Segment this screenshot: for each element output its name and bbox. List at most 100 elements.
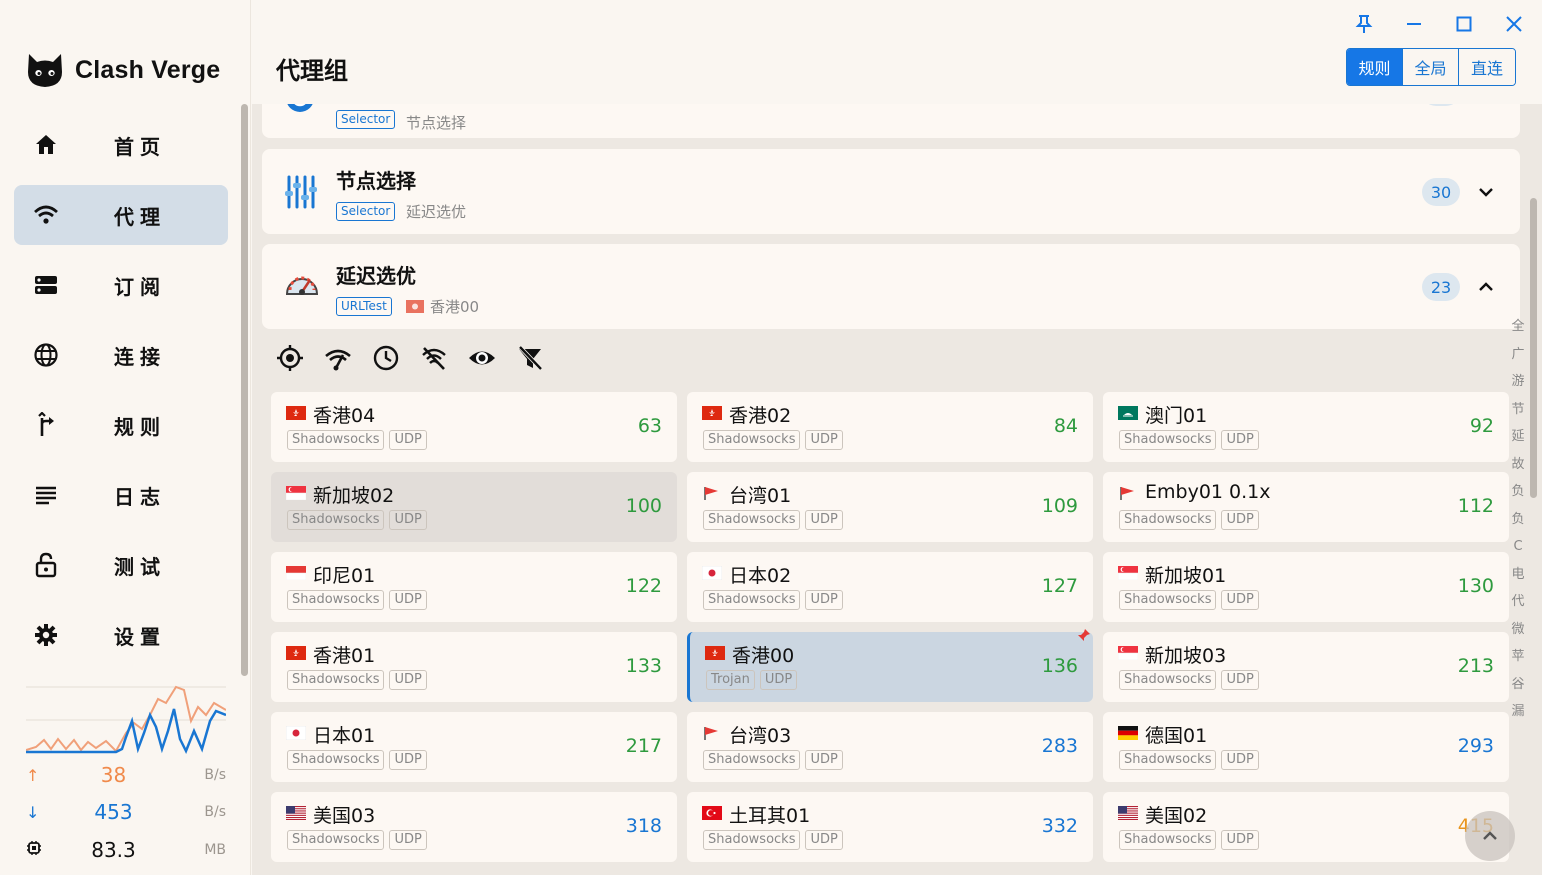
proxy-item[interactable]: 香港04 Shadowsocks UDP 63: [271, 392, 677, 462]
alphabet-index-item[interactable]: 延: [1511, 423, 1524, 451]
sidebar-item-gear[interactable]: 设置: [14, 605, 228, 665]
proxy-group-card[interactable]: 延迟选优 URLTest 香港00 23: [262, 244, 1520, 329]
eye-icon[interactable]: [468, 344, 496, 372]
alphabet-index-item[interactable]: 微: [1511, 616, 1524, 644]
proxy-tags: Shadowsocks UDP: [287, 430, 427, 450]
alphabet-index-item[interactable]: 苹: [1511, 643, 1524, 671]
pin-icon[interactable]: [1350, 10, 1378, 38]
sidebar-item-label: 测试: [114, 554, 166, 579]
proxy-delay[interactable]: 332: [1042, 815, 1078, 837]
proxy-item[interactable]: 香港00 Trojan UDP 136: [687, 629, 1093, 702]
proxy-delay[interactable]: 127: [1042, 575, 1078, 597]
alphabet-index-item[interactable]: 负: [1511, 506, 1524, 534]
hk-flag-icon: [702, 406, 722, 420]
alphabet-index: 全广游节延故负负C电代微苹谷漏: [1508, 313, 1528, 726]
alphabet-index-item[interactable]: 漏: [1511, 698, 1524, 726]
proxy-item[interactable]: 香港01 Shadowsocks UDP 133: [271, 632, 677, 702]
proxy-delay[interactable]: 217: [626, 735, 662, 757]
chevron-up-icon: [1483, 831, 1497, 840]
proxy-group-card[interactable]: Selector 节点选择: [262, 104, 1520, 138]
udp-tag: UDP: [389, 590, 427, 610]
proxy-delay[interactable]: 283: [1042, 735, 1078, 757]
arrow-down-icon: ↓: [26, 802, 40, 822]
proxy-name: 香港04: [313, 405, 376, 427]
proxy-tags: Shadowsocks UDP: [287, 830, 427, 850]
proxy-group-card[interactable]: 节点选择 Selector 延迟选优 30: [262, 149, 1520, 234]
proxy-item[interactable]: 台湾03 Shadowsocks UDP 283: [687, 712, 1093, 782]
proxy-delay[interactable]: 122: [626, 575, 662, 597]
proxy-item[interactable]: 澳门01 Shadowsocks UDP 92: [1103, 392, 1509, 462]
sidebar-scrollbar[interactable]: [241, 104, 248, 676]
proxy-item[interactable]: 日本01 Shadowsocks UDP 217: [271, 712, 677, 782]
proxy-tags: Shadowsocks UDP: [703, 430, 843, 450]
proxy-item[interactable]: 美国02ShadowsocksUDP415: [1103, 792, 1509, 862]
chevron-up-icon[interactable]: [1476, 277, 1496, 297]
close-icon[interactable]: [1500, 10, 1528, 38]
alphabet-index-item[interactable]: 负: [1511, 478, 1524, 506]
proxy-delay[interactable]: 318: [626, 815, 662, 837]
sidebar-item-label: 代理: [114, 204, 166, 229]
proxy-item[interactable]: 土耳其01 Shadowsocks UDP 332: [687, 792, 1093, 862]
proxy-item[interactable]: 香港02 Shadowsocks UDP 84: [687, 392, 1093, 462]
wifi-off-icon[interactable]: [420, 344, 448, 372]
proxy-delay[interactable]: 100: [626, 495, 662, 517]
alphabet-index-item[interactable]: 节: [1511, 396, 1524, 424]
proxy-delay[interactable]: 84: [1054, 415, 1078, 437]
alphabet-index-item[interactable]: 谷: [1511, 671, 1524, 699]
proxy-item[interactable]: 日本02 Shadowsocks UDP 127: [687, 552, 1093, 622]
proxy-delay[interactable]: 112: [1458, 495, 1494, 517]
mode-rule-button[interactable]: 规则: [1347, 49, 1403, 85]
sidebar-item-home[interactable]: 首页: [14, 115, 228, 175]
proxy-item[interactable]: 美国03 Shadowsocks UDP 318: [271, 792, 677, 862]
mode-direct-button[interactable]: 直连: [1459, 49, 1515, 85]
udp-tag: UDP: [389, 750, 427, 770]
alphabet-index-item[interactable]: 游: [1511, 368, 1524, 396]
sidebar-item-storage[interactable]: 订阅: [14, 255, 228, 315]
proxy-item[interactable]: 新加坡02 Shadowsocks UDP 100: [271, 472, 677, 542]
proxy-delay[interactable]: 293: [1458, 735, 1494, 757]
proxy-item[interactable]: 印尼01 Shadowsocks UDP 122: [271, 552, 677, 622]
proxy-delay[interactable]: 92: [1470, 415, 1494, 437]
proxy-name: 香港01: [313, 645, 376, 667]
locate-icon[interactable]: [276, 344, 304, 372]
alphabet-index-item[interactable]: 电: [1511, 561, 1524, 589]
alphabet-index-item[interactable]: 全: [1511, 313, 1524, 341]
minimize-icon[interactable]: [1400, 10, 1428, 38]
clock-icon[interactable]: [372, 344, 400, 372]
alphabet-index-item[interactable]: 代: [1511, 588, 1524, 616]
mode-global-button[interactable]: 全局: [1403, 49, 1459, 85]
proxy-delay[interactable]: 133: [626, 655, 662, 677]
proxy-item[interactable]: 德国01 Shadowsocks UDP 293: [1103, 712, 1509, 782]
download-unit: B/s: [204, 804, 226, 820]
proxy-item[interactable]: 新加坡01 Shadowsocks UDP 130: [1103, 552, 1509, 622]
maximize-icon[interactable]: [1450, 10, 1478, 38]
content-scrollbar[interactable]: [1530, 198, 1537, 498]
download-stat: ↓ 453 B/s: [26, 797, 226, 827]
alphabet-index-item[interactable]: 故: [1511, 451, 1524, 479]
proxy-type-tag: Shadowsocks: [1119, 830, 1217, 850]
proxy-type-tag: Shadowsocks: [287, 510, 385, 530]
proxy-delay[interactable]: 109: [1042, 495, 1078, 517]
hk-flag-icon: [286, 646, 306, 660]
sidebar-item-fork[interactable]: 规则: [14, 395, 228, 455]
group-current-node: 节点选择: [406, 114, 467, 132]
proxy-item[interactable]: Emby01 0.1x Shadowsocks UDP 112: [1103, 472, 1509, 542]
alphabet-index-item[interactable]: 广: [1511, 341, 1524, 369]
proxy-delay[interactable]: 130: [1458, 575, 1494, 597]
proxy-delay[interactable]: 63: [638, 415, 662, 437]
sidebar-item-list[interactable]: 日志: [14, 465, 228, 525]
proxy-item[interactable]: 新加坡03 Shadowsocks UDP 213: [1103, 632, 1509, 702]
filter-off-icon[interactable]: [516, 344, 544, 372]
chevron-down-icon[interactable]: [1476, 182, 1496, 202]
sidebar-item-lock[interactable]: 测试: [14, 535, 228, 595]
network-check-icon[interactable]: [324, 344, 352, 372]
sidebar-item-globe[interactable]: 连接: [14, 325, 228, 385]
proxy-delay[interactable]: 136: [1042, 655, 1078, 677]
alphabet-index-item[interactable]: C: [1513, 533, 1522, 561]
proxy-item[interactable]: 台湾01 Shadowsocks UDP 109: [687, 472, 1093, 542]
sidebar-item-proxies[interactable]: 代理: [14, 185, 228, 245]
proxy-tags: Trojan UDP: [706, 670, 798, 690]
proxy-delay[interactable]: 213: [1458, 655, 1494, 677]
proxy-name: 日本02: [729, 565, 792, 587]
scroll-to-top-button[interactable]: [1465, 811, 1515, 861]
